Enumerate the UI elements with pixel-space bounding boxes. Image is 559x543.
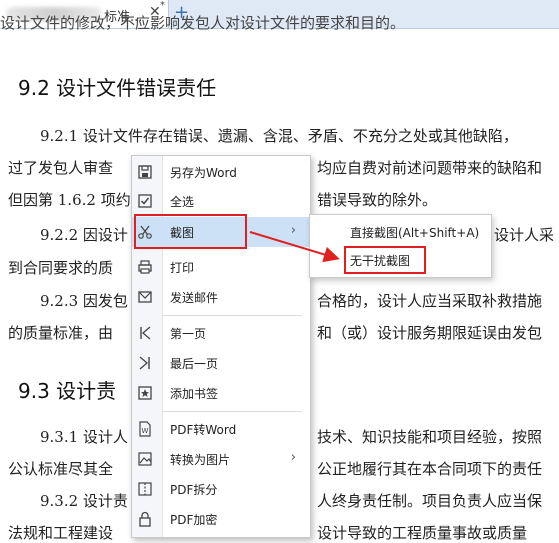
annotation-arrow — [249, 231, 340, 263]
